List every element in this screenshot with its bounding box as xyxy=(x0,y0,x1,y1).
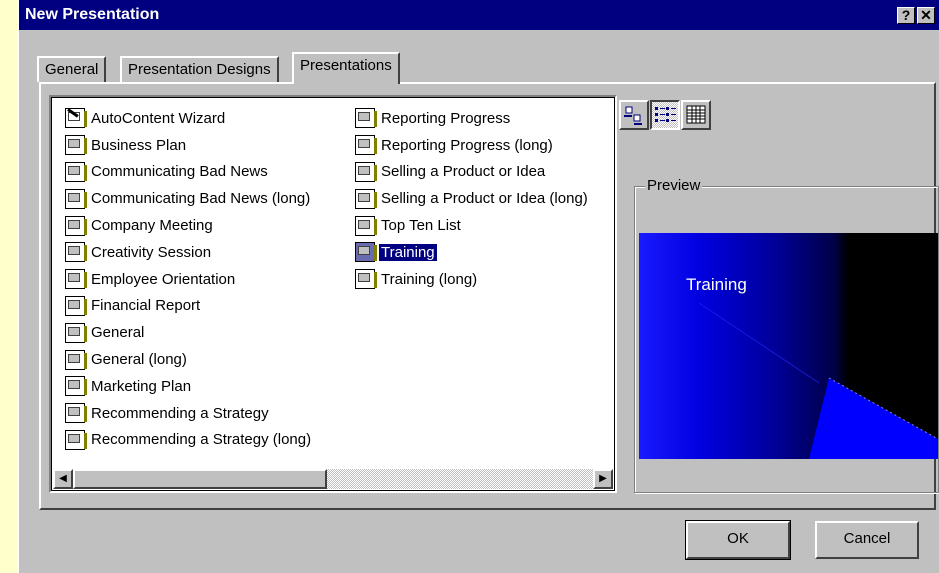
details-view-icon xyxy=(686,105,706,124)
list-item[interactable]: Marketing Plan xyxy=(65,373,313,400)
preview-groupbox: Preview Training xyxy=(634,177,939,493)
tab-general[interactable]: General xyxy=(37,56,107,82)
list-item[interactable]: General (long) xyxy=(65,346,313,373)
list-item[interactable]: Creativity Session xyxy=(65,239,313,266)
wizard-icon xyxy=(65,108,87,129)
list-item[interactable]: Business Plan xyxy=(65,132,313,159)
new-presentation-dialog: New Presentation ? ✕ General Presentatio… xyxy=(17,0,939,573)
presentation-file-icon xyxy=(65,161,87,182)
scroll-left-arrow-icon[interactable]: ◀ xyxy=(53,469,73,489)
presentation-file-icon xyxy=(65,215,87,236)
list-item[interactable]: Reporting Progress xyxy=(355,105,590,132)
close-button[interactable]: ✕ xyxy=(917,7,935,24)
presentation-file-icon xyxy=(65,242,87,263)
horizontal-scrollbar[interactable]: ◀ ▶ xyxy=(53,469,613,489)
details-view-button[interactable] xyxy=(681,100,711,130)
presentation-file-icon xyxy=(355,108,377,129)
presentation-file-icon xyxy=(355,242,377,263)
presentation-file-icon xyxy=(65,322,87,343)
list-item[interactable]: Selling a Product or Idea xyxy=(355,159,590,186)
cancel-button[interactable]: Cancel xyxy=(815,521,919,559)
presentation-file-icon xyxy=(355,269,377,290)
large-icons-icon xyxy=(624,106,642,125)
tab-presentation-designs[interactable]: Presentation Designs xyxy=(120,56,279,82)
presentation-file-icon xyxy=(65,135,87,156)
list-item-selected[interactable]: Training xyxy=(355,239,590,266)
list-item[interactable]: Financial Report xyxy=(65,293,313,320)
list-item[interactable]: General xyxy=(65,319,313,346)
preview-slide-graphic xyxy=(639,233,938,459)
list-item[interactable]: Employee Orientation xyxy=(65,266,313,293)
list-item[interactable]: Reporting Progress (long) xyxy=(355,132,590,159)
presentation-file-icon xyxy=(355,161,377,182)
presentation-file-icon xyxy=(355,188,377,209)
ok-button[interactable]: OK xyxy=(685,520,791,560)
list-view-icon xyxy=(655,107,676,122)
list-column-1: AutoContent Wizard Business Plan Communi… xyxy=(65,105,313,453)
list-item[interactable]: Communicating Bad News xyxy=(65,159,313,186)
presentation-file-icon xyxy=(355,135,377,156)
presentation-file-icon xyxy=(65,188,87,209)
preview-label: Preview xyxy=(645,177,703,194)
list-item[interactable]: Recommending a Strategy xyxy=(65,400,313,427)
dialog-title: New Presentation xyxy=(25,6,160,23)
list-item[interactable]: Recommending a Strategy (long) xyxy=(65,427,313,454)
preview-slide: Training xyxy=(639,233,938,459)
large-icons-button[interactable] xyxy=(619,100,649,130)
presentation-file-icon xyxy=(65,429,87,450)
presentations-list[interactable]: AutoContent Wizard Business Plan Communi… xyxy=(49,95,617,493)
title-bar[interactable]: New Presentation ? ✕ xyxy=(19,0,939,30)
list-item[interactable]: Company Meeting xyxy=(65,212,313,239)
presentation-file-icon xyxy=(355,215,377,236)
presentation-file-icon xyxy=(65,403,87,424)
presentation-file-icon xyxy=(65,295,87,316)
scroll-right-arrow-icon[interactable]: ▶ xyxy=(593,469,613,489)
list-item[interactable]: Selling a Product or Idea (long) xyxy=(355,185,590,212)
presentation-file-icon xyxy=(65,376,87,397)
preview-slide-title: Training xyxy=(686,275,747,294)
list-item[interactable]: Communicating Bad News (long) xyxy=(65,185,313,212)
list-item-autocontent-wizard[interactable]: AutoContent Wizard xyxy=(65,105,313,132)
tab-presentations[interactable]: Presentations xyxy=(292,52,400,84)
list-column-2: Reporting Progress Reporting Progress (l… xyxy=(355,105,590,293)
presentation-file-icon xyxy=(65,269,87,290)
presentation-file-icon xyxy=(65,349,87,370)
list-item[interactable]: Top Ten List xyxy=(355,212,590,239)
scroll-thumb[interactable] xyxy=(73,469,327,489)
list-view-button[interactable] xyxy=(650,100,680,130)
help-button[interactable]: ? xyxy=(897,7,915,24)
list-item[interactable]: Training (long) xyxy=(355,266,590,293)
